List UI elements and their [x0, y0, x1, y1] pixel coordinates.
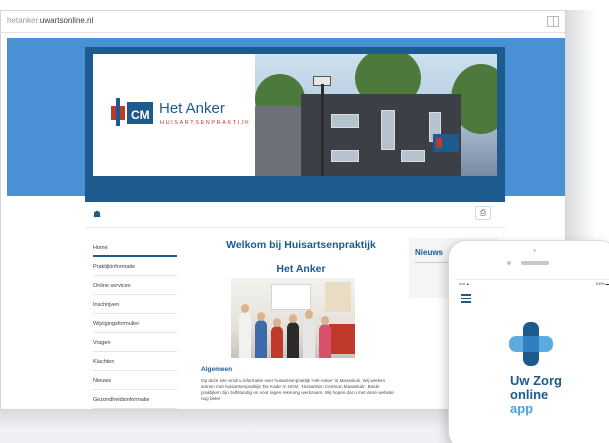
- section-heading: Algemeen: [201, 366, 233, 373]
- url-text[interactable]: hetanker.uwartsonline.nl: [7, 16, 93, 25]
- logo-name: Het Anker: [159, 100, 225, 117]
- person: [239, 312, 251, 358]
- sidebar-item-wijzigingsformulier[interactable]: Wijzigingsformulier: [93, 314, 177, 333]
- person-head: [305, 310, 313, 319]
- phone-screen: ••••• ▲ 100% ▬ Uw Zorg online app: [455, 279, 609, 443]
- sidebar-item-home[interactable]: Home: [93, 238, 177, 257]
- window: [381, 110, 395, 150]
- window: [401, 150, 425, 162]
- app-cross-logo-icon: [509, 322, 553, 366]
- address-bar[interactable]: hetanker.uwartsonline.nl: [1, 11, 565, 33]
- person-head: [321, 316, 329, 325]
- url-subdomain: hetanker.: [7, 16, 40, 25]
- print-button[interactable]: ⎙: [475, 206, 491, 220]
- red-chair: [329, 324, 355, 354]
- header-photo: [255, 54, 497, 176]
- person: [287, 322, 299, 358]
- sidebar-item-online-services[interactable]: Online services: [93, 276, 177, 295]
- reader-view-icon[interactable]: [547, 16, 559, 27]
- person-head: [273, 318, 281, 327]
- app-name-line-2: online: [510, 387, 549, 402]
- hamburger-menu-icon[interactable]: [461, 294, 471, 305]
- sidebar-item-klachten[interactable]: Klachten: [93, 352, 177, 371]
- person: [255, 320, 267, 358]
- news-title[interactable]: Nieuws: [415, 248, 443, 257]
- phone-mockup: ••••• ▲ 100% ▬ Uw Zorg online app: [448, 240, 609, 443]
- window: [331, 114, 359, 128]
- wall-art: [325, 282, 351, 312]
- street-lamp-pole: [321, 84, 324, 176]
- svg-text:CM: CM: [131, 108, 150, 122]
- app-name: Uw Zorg online app: [510, 374, 562, 416]
- page-title: Welkom bij Huisartsenpraktijk: [226, 239, 376, 251]
- person: [271, 326, 283, 358]
- site-logo[interactable]: CM Het Anker HUISARTSENPRAKTIJK: [93, 54, 255, 176]
- toolbar-strip: ☗ ⎙: [85, 202, 505, 228]
- intro-text: Op deze site vindt u informatie over hui…: [201, 378, 394, 401]
- phone-speaker: [521, 261, 549, 265]
- sidebar-item-praktijkinformatie[interactable]: Praktijkinformatie: [93, 257, 177, 276]
- sidebar-item-vragen[interactable]: Vragen: [93, 333, 177, 352]
- window-shadow-bottom: [0, 408, 470, 430]
- sidebar-item-gezondheidsinformatie[interactable]: Gezondheidsinformatie: [93, 390, 177, 409]
- person: [303, 318, 315, 358]
- battery-indicator: 100% ▬: [595, 282, 609, 286]
- sidebar-item-nieuws[interactable]: Nieuws: [93, 371, 177, 390]
- window: [331, 150, 359, 162]
- person-head: [241, 304, 249, 313]
- person-head: [289, 314, 297, 323]
- phone-camera: [507, 261, 511, 265]
- sidebar-item-inschrijven[interactable]: Inschrijven: [93, 295, 177, 314]
- page-subtitle: Het Anker: [276, 263, 326, 275]
- phone-sensor: [533, 249, 536, 252]
- signal-indicator: ••••• ▲: [459, 282, 470, 286]
- person-head: [257, 312, 265, 321]
- hcm-logo-icon: CM: [111, 98, 153, 126]
- building-hcm-sign-icon: [433, 134, 459, 152]
- print-icon: ⎙: [479, 208, 487, 217]
- url-domain: uwartsonline.nl: [39, 16, 94, 25]
- person: [319, 324, 331, 358]
- logo-subtitle: HUISARTSENPRAKTIJK: [160, 120, 251, 126]
- sidebar-menu: Home Praktijkinformatie Online services …: [93, 238, 177, 409]
- main-column: Welkom bij Huisartsenpraktijk Het Anker: [201, 234, 401, 401]
- team-photo: [231, 278, 355, 358]
- app-name-line-3: app: [510, 401, 534, 416]
- home-icon[interactable]: ☗: [93, 209, 101, 220]
- window: [271, 284, 311, 310]
- page-content: Home Praktijkinformatie Online services …: [85, 234, 505, 409]
- app-name-line-1: Uw Zorg: [510, 373, 562, 388]
